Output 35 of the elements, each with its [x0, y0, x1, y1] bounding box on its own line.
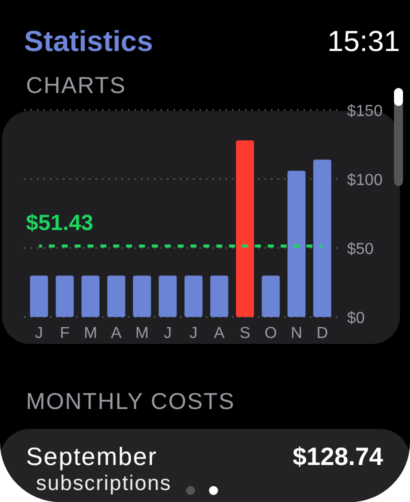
app-title: Statistics: [24, 26, 153, 58]
chart-bar: [107, 276, 126, 317]
month-label: N: [290, 325, 302, 342]
month-label: J: [35, 325, 43, 342]
month-label: F: [60, 325, 70, 342]
month-label: M: [135, 325, 149, 342]
month-label: A: [110, 325, 122, 342]
chart-bar: [184, 276, 202, 317]
month-label: D: [316, 325, 328, 342]
chart-bar: [133, 276, 151, 317]
chart-bar: [30, 276, 48, 317]
axis-label: $50: [347, 241, 374, 258]
section-heading: CHARTS: [25, 72, 128, 99]
chart-bar: [210, 276, 228, 317]
chart-bar: [262, 276, 280, 317]
month-label: M: [84, 325, 98, 342]
axis-label: $150: [347, 103, 383, 120]
chart-bar: [56, 276, 74, 317]
axis-label: $0: [347, 310, 365, 327]
chart-bar: [158, 276, 177, 317]
month-label: J: [164, 325, 172, 342]
month-label: S: [240, 325, 250, 342]
month-label: A: [214, 325, 225, 342]
month-label: J: [190, 325, 198, 342]
average-value: $51.43: [26, 210, 94, 236]
chart-bar: [82, 276, 100, 317]
month-name: September: [26, 443, 158, 472]
cost-card[interactable]: September $128.74 subscriptions: [0, 429, 410, 502]
cost-category: subscriptions: [36, 472, 172, 496]
clock-time: 15:31: [327, 26, 400, 58]
section-heading: MONTHLY COSTS: [25, 388, 236, 415]
axis-label: $100: [347, 172, 383, 189]
scroll-bar[interactable]: [394, 88, 403, 186]
month-label: O: [264, 325, 277, 342]
cost-amount: $128.74: [292, 443, 383, 472]
